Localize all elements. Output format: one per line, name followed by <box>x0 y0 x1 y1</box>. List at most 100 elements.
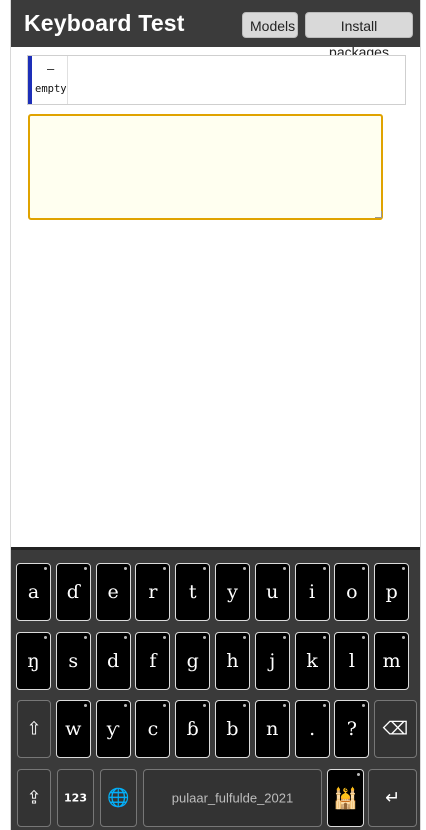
longpress-dot <box>83 567 87 570</box>
key-glyph: g <box>186 650 199 672</box>
key-glyph: . <box>309 718 316 740</box>
key-glyph: j <box>269 650 276 672</box>
key-row3-2[interactable]: c <box>135 700 171 758</box>
longpress-dot <box>357 773 360 776</box>
app-title: Keyboard Test <box>24 10 185 36</box>
key-row1-3[interactable]: r <box>135 563 171 621</box>
key-glyph: f <box>149 650 157 672</box>
key-glyph: s <box>68 650 79 672</box>
longpress-dot <box>362 636 366 639</box>
key-row3-6[interactable]: . <box>294 700 330 758</box>
key-row2-6[interactable]: j <box>254 632 290 690</box>
longpress-dot <box>322 636 326 639</box>
key-row1-0[interactable]: a <box>16 563 51 621</box>
key-glyph: e <box>107 581 119 603</box>
longpress-dot <box>163 636 167 639</box>
key-glyph: w <box>65 718 82 740</box>
key-row2-7[interactable]: k <box>294 632 330 690</box>
app-frame: Keyboard Test Models Install packages – … <box>10 0 421 830</box>
status-column: – empty <box>32 56 68 104</box>
key-row2-4[interactable]: g <box>175 632 211 690</box>
mosque-icon: 🕌 <box>333 786 358 810</box>
longpress-dot <box>83 636 87 639</box>
status-dash: – <box>47 62 55 76</box>
longpress-dot <box>123 636 127 639</box>
key-row1-6[interactable]: u <box>254 563 290 621</box>
longpress-dot <box>163 704 167 707</box>
key-row2-2[interactable]: d <box>95 632 131 690</box>
status-empty-label: empty <box>35 83 67 95</box>
key-glyph: ɗ <box>66 581 80 603</box>
key-row1-9[interactable]: p <box>374 563 410 621</box>
key-row2-0[interactable]: ŋ <box>16 632 51 690</box>
key-glyph: t <box>188 581 197 603</box>
enter-key[interactable]: ↵ <box>368 769 417 827</box>
key-glyph: ƴ <box>106 718 120 740</box>
key-row1-8[interactable]: o <box>334 563 370 621</box>
key-row3-1[interactable]: ƴ <box>95 700 131 758</box>
longpress-dot <box>44 636 47 639</box>
longpress-dot <box>402 636 406 639</box>
title-bar: Keyboard Test Models Install packages <box>11 0 420 60</box>
longpress-dot <box>322 567 326 570</box>
key-row2-9[interactable]: m <box>374 632 410 690</box>
key-row2-8[interactable]: l <box>334 632 370 690</box>
key-row1-5[interactable]: y <box>215 563 250 621</box>
status-panel: – empty <box>27 55 406 105</box>
key-glyph: l <box>348 650 355 672</box>
caps-lock-icon: ⇪ <box>26 787 42 809</box>
longpress-dot <box>203 704 207 707</box>
key-row1-4[interactable]: t <box>175 563 211 621</box>
shift-icon: ⇧ <box>26 718 42 740</box>
longpress-dot <box>163 567 167 570</box>
resize-grip-icon[interactable] <box>375 211 382 218</box>
key-row1-2[interactable]: e <box>95 563 131 621</box>
longpress-dot <box>203 636 207 639</box>
key-row1-1[interactable]: ɗ <box>55 563 91 621</box>
key-row2-5[interactable]: h <box>215 632 250 690</box>
space-key[interactable]: pulaar_fulfulde_2021 <box>143 769 322 827</box>
numbers-key[interactable]: 123 <box>57 769 94 827</box>
key-glyph: c <box>147 718 159 740</box>
key-row2-1[interactable]: s <box>55 632 91 690</box>
longpress-dot <box>203 567 207 570</box>
key-row2-3[interactable]: f <box>135 632 171 690</box>
longpress-dot <box>243 704 246 707</box>
install-packages-button[interactable]: Install packages <box>305 12 413 60</box>
key-glyph: p <box>385 581 398 603</box>
caps-lock-key[interactable]: ⇪ <box>17 769 51 827</box>
key-glyph: ɓ <box>186 718 199 740</box>
longpress-dot <box>402 567 406 570</box>
longpress-dot <box>243 567 246 570</box>
key-glyph: h <box>226 650 239 672</box>
backspace-key[interactable]: ⌫ <box>374 700 417 758</box>
shift-key[interactable]: ⇧ <box>17 700 51 758</box>
key-row3-4[interactable]: b <box>215 700 250 758</box>
backspace-icon: ⌫ <box>382 718 409 740</box>
longpress-dot <box>282 704 286 707</box>
key-glyph: m <box>382 650 401 672</box>
key-glyph: b <box>226 718 239 740</box>
language-key[interactable]: 🌐 <box>100 769 137 827</box>
key-glyph: u <box>266 581 279 603</box>
key-glyph: n <box>266 718 279 740</box>
key-row3-0[interactable]: w <box>55 700 91 758</box>
longpress-dot <box>44 567 47 570</box>
longpress-dot <box>362 567 366 570</box>
key-row3-5[interactable]: n <box>254 700 290 758</box>
key-glyph: y <box>227 581 238 603</box>
key-glyph: k <box>306 650 318 672</box>
test-textarea[interactable] <box>28 114 383 220</box>
mosque-key[interactable]: 🕌 <box>327 769 364 827</box>
space-key-label: pulaar_fulfulde_2021 <box>171 790 294 806</box>
key-row3-3[interactable]: ɓ <box>175 700 211 758</box>
key-row1-7[interactable]: i <box>294 563 330 621</box>
longpress-dot <box>123 704 127 707</box>
numbers-label: 123 <box>64 791 87 805</box>
key-glyph: d <box>107 650 120 672</box>
key-row3-7[interactable]: ? <box>334 700 370 758</box>
longpress-dot <box>83 704 87 707</box>
longpress-dot <box>123 567 127 570</box>
key-glyph: ? <box>346 718 357 740</box>
models-button[interactable]: Models <box>242 12 298 38</box>
